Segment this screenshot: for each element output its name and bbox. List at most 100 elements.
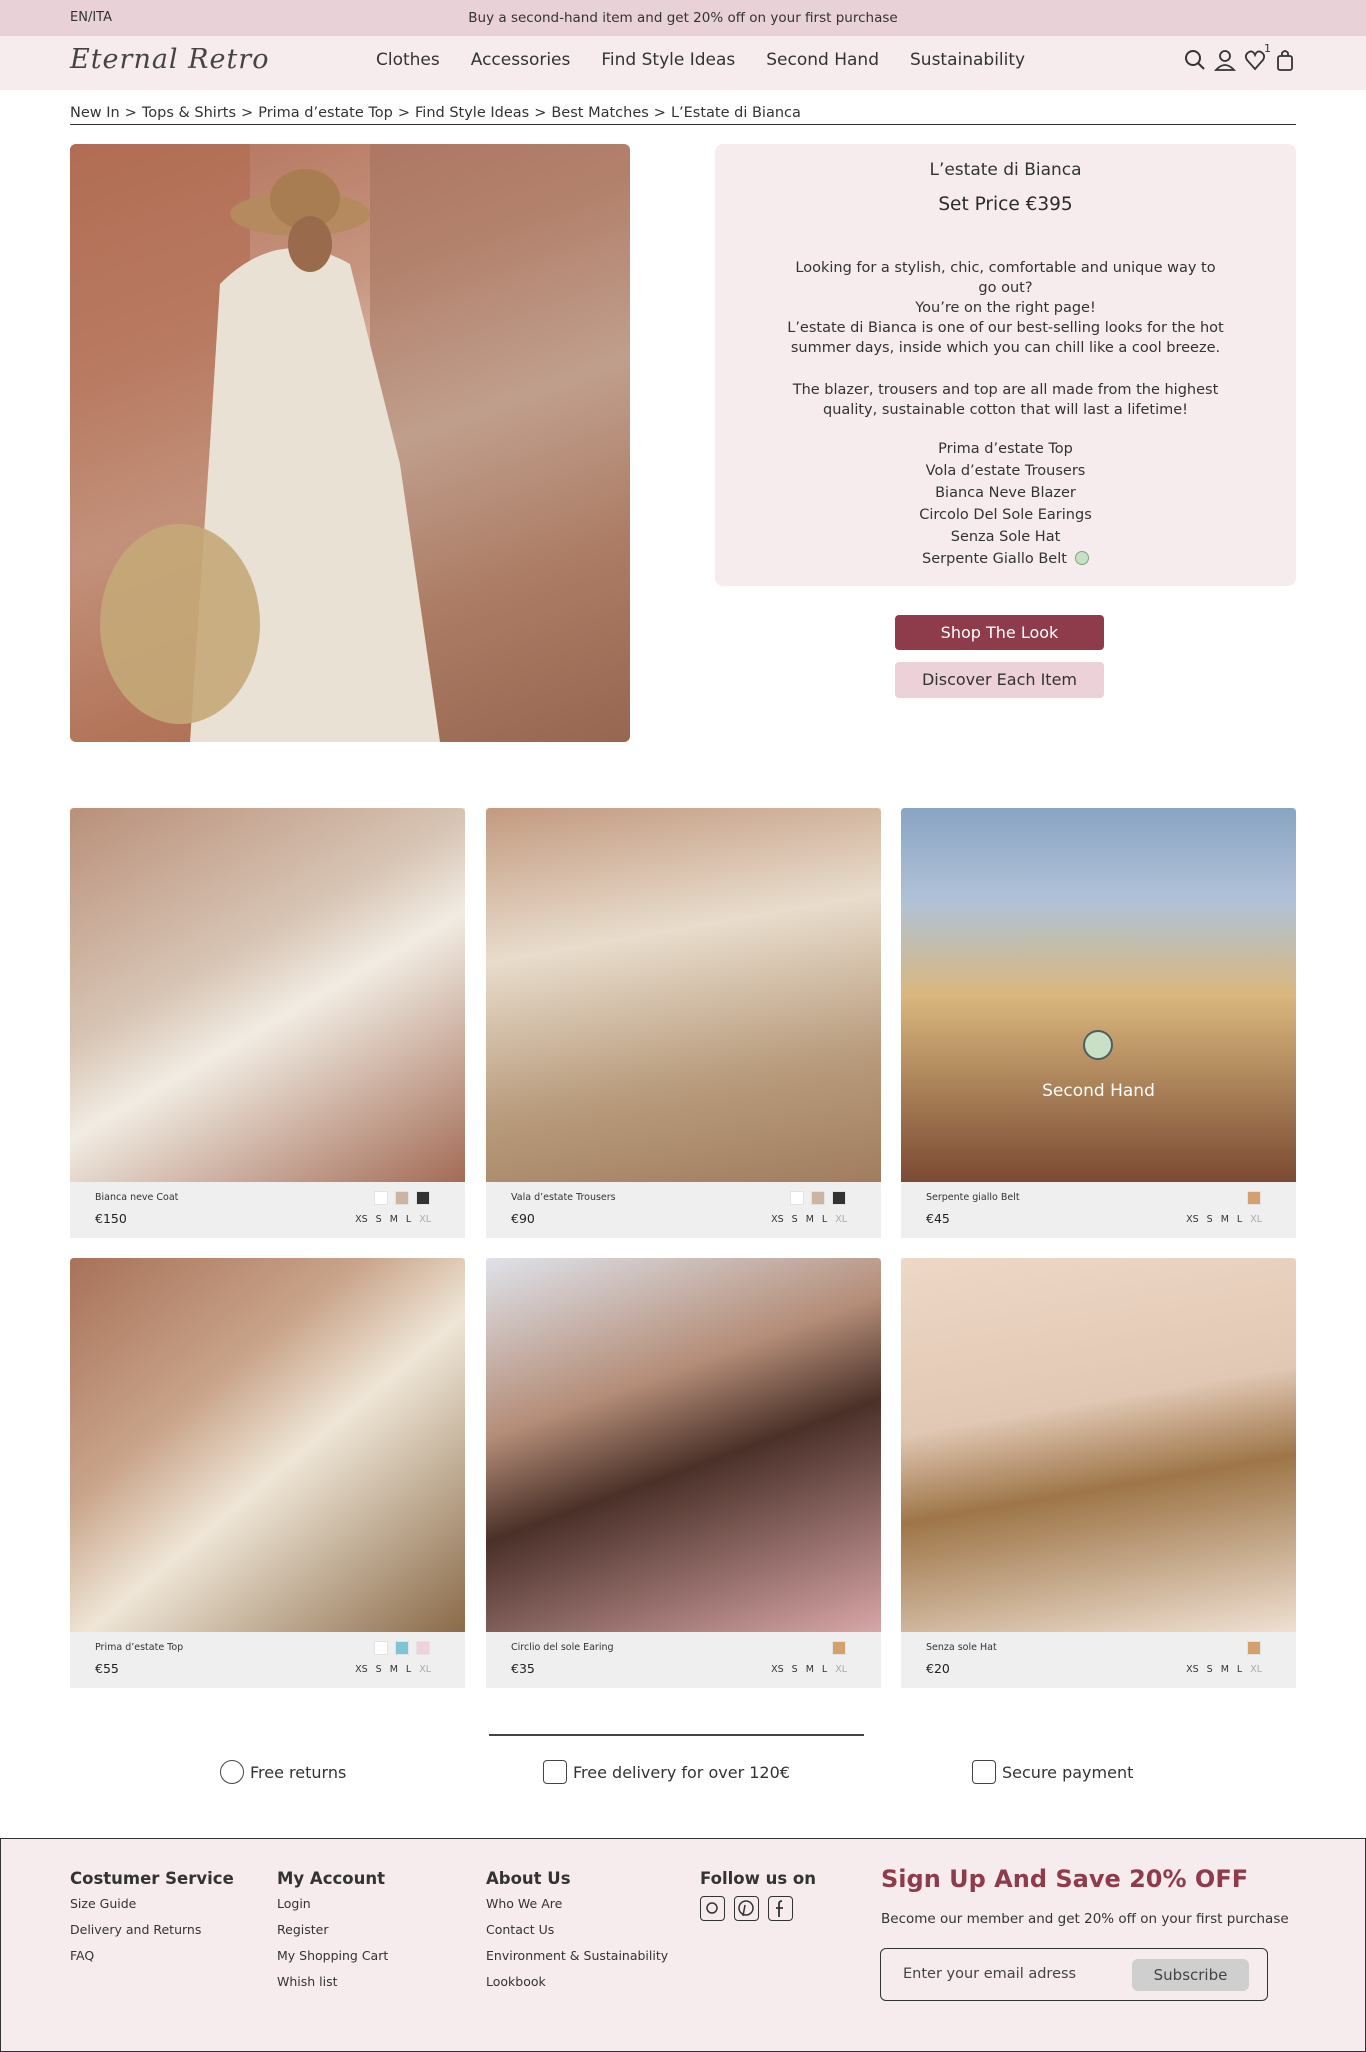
size-xs[interactable]: XS — [771, 1214, 784, 1225]
footer-link[interactable]: Whish list — [277, 1974, 388, 1989]
description-line: You’re on the right page! — [915, 300, 1096, 316]
footer-link[interactable]: Who We Are — [486, 1896, 668, 1911]
size-m[interactable]: M — [806, 1214, 814, 1225]
size-s[interactable]: S — [792, 1664, 798, 1675]
footer-link[interactable]: Contact Us — [486, 1922, 668, 1937]
footer-link[interactable]: Login — [277, 1896, 388, 1911]
size-l[interactable]: L — [822, 1664, 827, 1675]
color-swatch[interactable] — [832, 1191, 846, 1205]
footer-link[interactable]: Delivery and Returns — [70, 1922, 234, 1937]
size-s[interactable]: S — [376, 1664, 382, 1675]
look-item[interactable]: Senza Sole Hat — [715, 526, 1296, 548]
size-m[interactable]: M — [1221, 1214, 1229, 1225]
product-image[interactable] — [486, 1258, 881, 1632]
color-swatch[interactable] — [395, 1641, 409, 1655]
look-hero-image — [70, 144, 630, 742]
pinterest-icon[interactable] — [734, 1896, 759, 1921]
perk-label: Free delivery for over 120€ — [573, 1762, 790, 1782]
color-swatch[interactable] — [832, 1641, 846, 1655]
size-xs[interactable]: XS — [355, 1664, 368, 1675]
size-xs[interactable]: XS — [771, 1664, 784, 1675]
size-l[interactable]: L — [406, 1664, 411, 1675]
look-item[interactable]: Bianca Neve Blazer — [715, 482, 1296, 504]
size-m[interactable]: M — [1221, 1664, 1229, 1675]
product-name: Vala d’estate Trousers — [511, 1192, 616, 1203]
product-card[interactable]: Prima d’estate Top €55 XS S M L XL — [70, 1258, 465, 1688]
search-icon[interactable] — [1184, 48, 1206, 72]
shop-the-look-button[interactable]: Shop The Look — [895, 615, 1104, 650]
size-s[interactable]: S — [1207, 1664, 1213, 1675]
color-swatch[interactable] — [374, 1641, 388, 1655]
size-xs[interactable]: XS — [1186, 1664, 1199, 1675]
product-image[interactable]: Second Hand — [901, 808, 1296, 1182]
size-m[interactable]: M — [390, 1664, 398, 1675]
size-xl[interactable]: XL — [1250, 1664, 1262, 1675]
size-xl[interactable]: XL — [835, 1664, 847, 1675]
footer-link[interactable]: Lookbook — [486, 1974, 668, 1989]
size-m[interactable]: M — [390, 1214, 398, 1225]
size-xl[interactable]: XL — [419, 1214, 431, 1225]
footer-link[interactable]: My Shopping Cart — [277, 1948, 388, 1963]
product-image[interactable] — [486, 808, 881, 1182]
footer-link[interactable]: Size Guide — [70, 1896, 234, 1911]
crumb-prima-top[interactable]: Prima d’estate Top — [258, 105, 393, 121]
heart-icon[interactable] — [1244, 48, 1266, 72]
look-item[interactable]: Vola d’estate Trousers — [715, 460, 1296, 482]
product-card[interactable]: Bianca neve Coat €150 XS S M L XL — [70, 808, 465, 1238]
color-swatch[interactable] — [1247, 1641, 1261, 1655]
color-swatch[interactable] — [416, 1191, 430, 1205]
product-image[interactable] — [901, 1258, 1296, 1632]
product-card[interactable]: Circlio del sole Earing €35 XS S M L XL — [486, 1258, 881, 1688]
size-xs[interactable]: XS — [1186, 1214, 1199, 1225]
size-s[interactable]: S — [1207, 1214, 1213, 1225]
nav-clothes[interactable]: Clothes — [376, 50, 440, 70]
section-divider — [489, 1734, 864, 1736]
look-item[interactable]: Circolo Del Sole Earings — [715, 504, 1296, 526]
size-xl[interactable]: XL — [1250, 1214, 1262, 1225]
size-xl[interactable]: XL — [835, 1214, 847, 1225]
footer-link[interactable]: Register — [277, 1922, 388, 1937]
brand-logo[interactable]: Eternal Retro — [70, 44, 269, 75]
discover-each-item-button[interactable]: Discover Each Item — [895, 662, 1104, 698]
color-swatch[interactable] — [790, 1191, 804, 1205]
subscribe-button[interactable]: Subscribe — [1132, 1959, 1249, 1991]
nav-second-hand[interactable]: Second Hand — [766, 50, 879, 70]
nav-sustainability[interactable]: Sustainability — [910, 50, 1025, 70]
crumb-new-in[interactable]: New In — [70, 105, 120, 121]
email-input[interactable]: Enter your email adress — [903, 1966, 1076, 1982]
size-l[interactable]: L — [406, 1214, 411, 1225]
product-card[interactable]: Senza sole Hat €20 XS S M L XL — [901, 1258, 1296, 1688]
nav-find-style-ideas[interactable]: Find Style Ideas — [601, 50, 735, 70]
look-item[interactable]: Prima d’estate Top — [715, 438, 1296, 460]
nav-accessories[interactable]: Accessories — [471, 50, 571, 70]
product-card[interactable]: Vala d’estate Trousers €90 XS S M L XL — [486, 808, 881, 1238]
footer-link[interactable]: Environment & Sustainability — [486, 1948, 668, 1963]
user-icon[interactable] — [1213, 48, 1237, 72]
footer-heading: Follow us on — [700, 1869, 816, 1888]
color-swatch[interactable] — [416, 1641, 430, 1655]
color-swatch[interactable] — [1247, 1191, 1261, 1205]
size-xs[interactable]: XS — [355, 1214, 368, 1225]
crumb-find-style-ideas[interactable]: Find Style Ideas — [415, 105, 529, 121]
look-item-belt[interactable]: Serpente Giallo Belt — [715, 548, 1296, 570]
color-swatch[interactable] — [374, 1191, 388, 1205]
bag-icon[interactable] — [1274, 48, 1296, 72]
color-swatch[interactable] — [395, 1191, 409, 1205]
size-l[interactable]: L — [822, 1214, 827, 1225]
crumb-best-matches[interactable]: Best Matches — [551, 105, 648, 121]
size-s[interactable]: S — [376, 1214, 382, 1225]
look-item[interactable]: Serpente Giallo Belt — [922, 551, 1067, 567]
color-swatch[interactable] — [811, 1191, 825, 1205]
instagram-icon[interactable] — [700, 1896, 725, 1921]
product-card[interactable]: Second Hand Serpente giallo Belt €45 XS … — [901, 808, 1296, 1238]
size-xl[interactable]: XL — [419, 1664, 431, 1675]
crumb-tops-shirts[interactable]: Tops & Shirts — [142, 105, 236, 121]
product-image[interactable] — [70, 808, 465, 1182]
size-l[interactable]: L — [1237, 1664, 1242, 1675]
size-l[interactable]: L — [1237, 1214, 1242, 1225]
size-s[interactable]: S — [792, 1214, 798, 1225]
product-image[interactable] — [70, 1258, 465, 1632]
facebook-icon[interactable] — [768, 1896, 793, 1921]
size-m[interactable]: M — [806, 1664, 814, 1675]
footer-link[interactable]: FAQ — [70, 1948, 234, 1963]
